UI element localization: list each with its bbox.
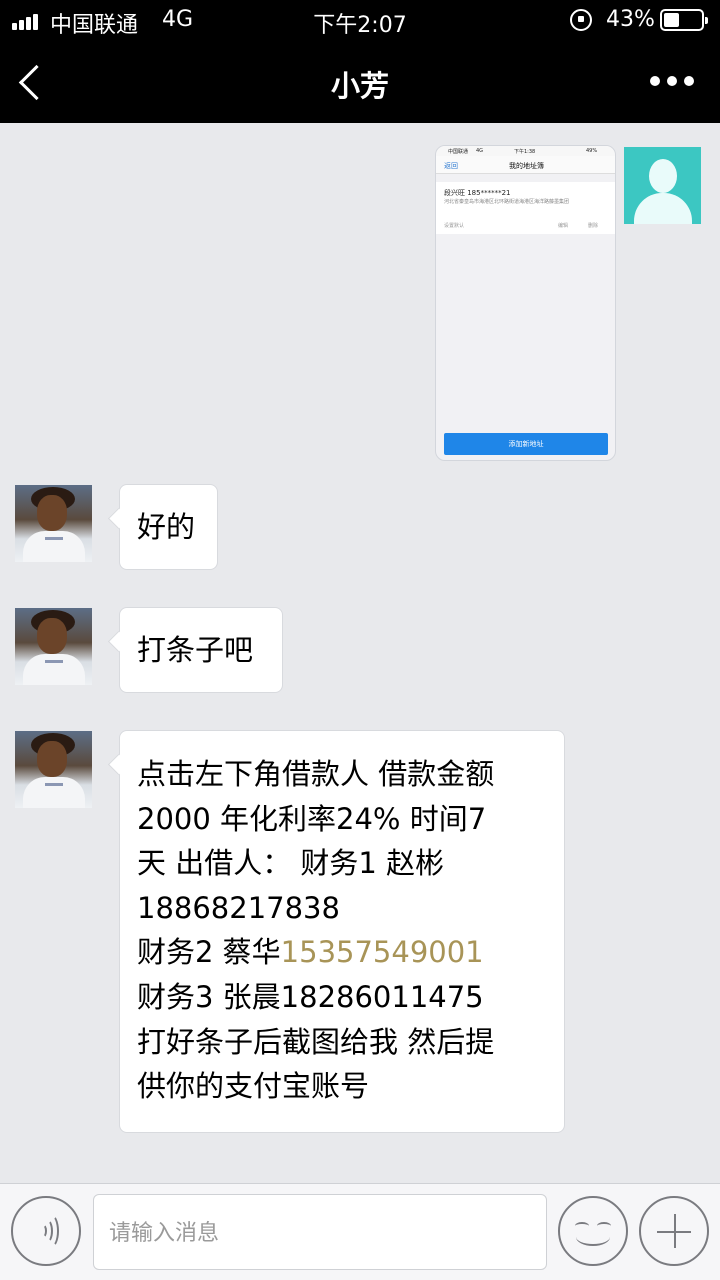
screenshot-title: 我的地址簿 bbox=[509, 162, 544, 170]
screenshot-edit-label: 编辑 bbox=[558, 223, 569, 229]
message-line: 天 出借人： 财务1 赵彬 bbox=[137, 846, 445, 881]
battery-percent: 43% bbox=[606, 7, 655, 32]
contact-avatar[interactable] bbox=[15, 731, 92, 808]
message-text: 好的 bbox=[137, 510, 196, 544]
emoji-icon[interactable] bbox=[558, 1196, 628, 1266]
screenshot-carrier: 中国联通 bbox=[448, 149, 469, 155]
self-avatar[interactable] bbox=[624, 147, 701, 224]
battery-fill bbox=[664, 13, 680, 27]
screenshot-network: 4G bbox=[476, 148, 484, 154]
shared-screenshot-image[interactable]: 中国联通 4G 下午1:38 49% 返回 我的地址簿 段兴旺 185*****… bbox=[435, 145, 616, 461]
message-bubble[interactable]: 好的 bbox=[119, 484, 218, 570]
message-text: 财务2 蔡华 bbox=[137, 935, 281, 970]
screenshot-battery: 49% bbox=[586, 148, 598, 154]
chat-title: 小芳 bbox=[330, 69, 389, 103]
screenshot-address-card: 段兴旺 185******21 河北省秦皇岛市海港区北环路街道海港区海洋路藤墨集… bbox=[436, 182, 615, 234]
screenshot-delete-label: 删除 bbox=[588, 223, 599, 229]
message-line: 18868217838 bbox=[137, 890, 340, 925]
battery-icon bbox=[660, 9, 708, 31]
header: 中国联通 4G 下午2:07 43% 小芳 bbox=[0, 0, 720, 123]
message-text: 打条子吧 bbox=[137, 633, 254, 667]
contact-avatar[interactable] bbox=[15, 608, 92, 685]
message-line: 供你的支付宝账号 bbox=[137, 1069, 370, 1104]
message-line: 财务2 蔡华15357549001 bbox=[137, 930, 547, 975]
screenshot-add-address-button: 添加新地址 bbox=[444, 433, 608, 455]
status-bar: 中国联通 4G 下午2:07 43% bbox=[0, 0, 720, 42]
plus-icon[interactable] bbox=[639, 1196, 709, 1266]
message-bubble[interactable]: 点击左下角借款人 借款金额 2000 年化利率24% 时间7 天 出借人： 财务… bbox=[119, 730, 565, 1133]
screenshot-default-label: 设置默认 bbox=[444, 223, 465, 229]
input-bar: 请输入消息 bbox=[0, 1183, 720, 1280]
screenshot-nav: 返回 我的地址簿 bbox=[436, 156, 615, 174]
message-line: 财务3 张晨18286011475 bbox=[137, 979, 484, 1014]
phone-number-link[interactable]: 15357549001 bbox=[281, 935, 484, 969]
message-input[interactable]: 请输入消息 bbox=[93, 1194, 547, 1270]
screenshot-status-bar: 中国联通 4G 下午1:38 49% bbox=[436, 146, 615, 156]
screenshot-address: 河北省秦皇岛市海港区北环路街道海港区海洋路藤墨集团 bbox=[444, 199, 570, 205]
screenshot-name-phone: 段兴旺 185******21 bbox=[444, 189, 511, 197]
message-line: 2000 年化利率24% 时间7 bbox=[137, 801, 487, 836]
message-line: 打好条子后截图给我 然后提 bbox=[137, 1024, 495, 1059]
rotation-lock-icon bbox=[570, 9, 592, 31]
message-line: 点击左下角借款人 借款金额 bbox=[137, 757, 495, 791]
more-icon[interactable] bbox=[646, 72, 698, 90]
screenshot-time: 下午1:38 bbox=[514, 149, 536, 155]
message-bubble[interactable]: 打条子吧 bbox=[119, 607, 283, 693]
chat-area[interactable]: 中国联通 4G 下午1:38 49% 返回 我的地址簿 段兴旺 185*****… bbox=[0, 123, 720, 1183]
contact-avatar[interactable] bbox=[15, 485, 92, 562]
voice-icon[interactable] bbox=[11, 1196, 81, 1266]
message-input-placeholder: 请输入消息 bbox=[109, 1221, 220, 1246]
